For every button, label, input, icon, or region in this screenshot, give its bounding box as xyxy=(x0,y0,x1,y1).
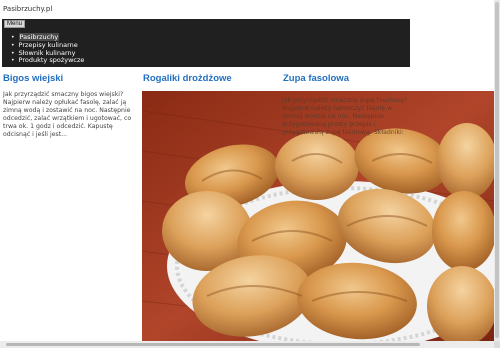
post-title-zupa[interactable]: Zupa fasolowa xyxy=(283,73,349,84)
horizontal-scroll-thumb[interactable] xyxy=(6,343,420,346)
site-title[interactable]: Pasibrzuchy.pl xyxy=(3,5,52,13)
post-title-rogaliki[interactable]: Rogaliki drożdżowe xyxy=(143,73,232,84)
main-navigation: Menu Pasibrzuchy Przepisy kulinarne Słow… xyxy=(2,19,410,67)
post-excerpt-bigos: Jak przyrządzić smaczny bigos wiejski? N… xyxy=(3,91,132,138)
post-title-bigos[interactable]: Bigos wiejski xyxy=(3,73,63,84)
vertical-scrollbar[interactable] xyxy=(494,0,500,341)
post-excerpt-zupa: Jak przyrządzić smaczną zupę fasolową? N… xyxy=(282,97,408,136)
scrollbar-corner xyxy=(494,341,500,348)
vertical-scroll-thumb[interactable] xyxy=(495,2,499,338)
horizontal-scrollbar[interactable] xyxy=(0,341,494,348)
nav-list: Pasibrzuchy Przepisy kulinarne Słownik k… xyxy=(11,33,85,65)
nav-item-produkty[interactable]: Produkty spożywcze xyxy=(11,56,85,65)
menu-toggle-button[interactable]: Menu xyxy=(4,20,26,28)
page: Pasibrzuchy.pl Menu Pasibrzuchy Przepisy… xyxy=(0,0,494,341)
